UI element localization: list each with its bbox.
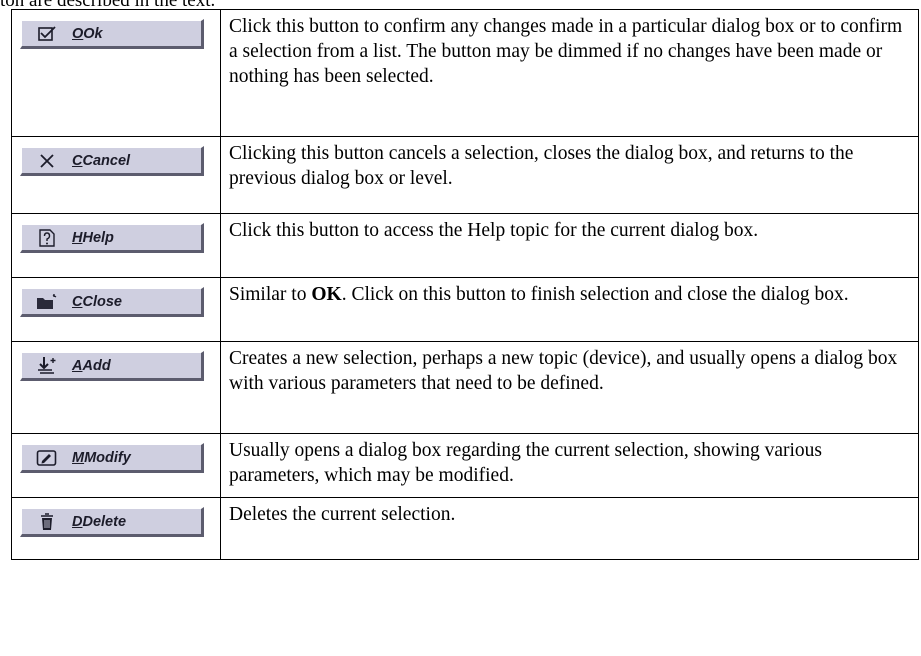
delete-button[interactable]: DDelete [20,507,204,537]
table-row: HHelp Click this button to access the He… [11,213,919,278]
edit-pencil-icon [36,448,58,468]
button-reference-table: OOk Click this button to confirm any cha… [11,9,919,560]
table-row: CClose Similar to OK. Click on this butt… [11,277,919,342]
add-button[interactable]: AAdd [20,351,204,381]
modify-button[interactable]: MModify [20,443,204,473]
row-description: Usually opens a dialog box regarding the… [220,433,919,498]
table-row: OOk Click this button to confirm any cha… [11,9,919,137]
help-button-label: Help [82,229,114,246]
checkbox-icon [36,24,58,44]
x-icon [36,151,58,171]
cancel-button[interactable]: CCancel [20,146,204,176]
folder-close-icon [36,292,58,312]
trash-icon [36,512,58,532]
row-description: Similar to OK. Click on this button to f… [220,277,919,342]
ok-button[interactable]: OOk [20,19,204,49]
modify-button-label: Modify [84,449,131,466]
row-description: Creates a new selection, perhaps a new t… [220,341,919,434]
delete-button-label: Delete [82,513,127,530]
table-row: CCancel Clicking this button cancels a s… [11,136,919,214]
ok-button-label: Ok [83,25,103,42]
row-description: Deletes the current selection. [220,497,919,560]
close-button-label: Close [82,293,122,310]
row-description: Click this button to access the Help top… [220,213,919,278]
help-button[interactable]: HHelp [20,223,204,253]
add-button-label: Add [82,357,111,374]
close-button[interactable]: CClose [20,287,204,317]
table-row: DDelete Deletes the current selection. [11,497,919,560]
row-description: Click this button to confirm any changes… [220,9,919,137]
table-row: AAdd Creates a new selection, perhaps a … [11,341,919,434]
cancel-button-label: Cancel [82,152,131,169]
help-question-icon [36,228,58,248]
add-down-arrow-icon [36,356,58,376]
table-row: MModify Usually opens a dialog box regar… [11,433,919,498]
row-description: Clicking this button cancels a selection… [220,136,919,214]
